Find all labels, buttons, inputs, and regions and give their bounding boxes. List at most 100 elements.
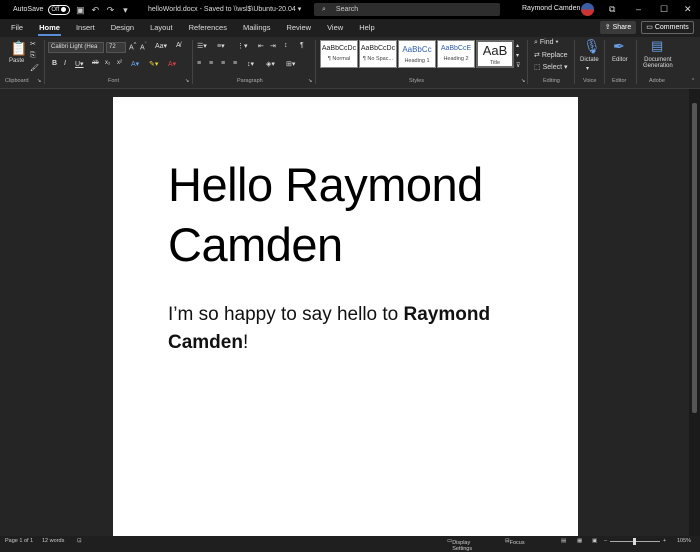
document-title[interactable]: helloWorld.docx - Saved to \\wsl$\Ubuntu… bbox=[148, 5, 301, 13]
clear-format-icon[interactable]: A̸ bbox=[176, 42, 181, 49]
paragraph-launcher-icon[interactable]: ↘ bbox=[308, 78, 312, 84]
tab-help[interactable]: Help bbox=[351, 19, 382, 37]
print-layout-icon[interactable]: ▦ bbox=[577, 538, 582, 544]
dictate-button[interactable]: Dictate bbox=[580, 57, 599, 63]
styles-scroll-up-icon[interactable]: ▴ bbox=[516, 42, 519, 49]
clipboard-launcher-icon[interactable]: ↘ bbox=[37, 78, 41, 84]
borders-icon[interactable]: ⊞▾ bbox=[286, 60, 295, 68]
maximize-icon[interactable]: ☐ bbox=[660, 4, 668, 15]
autosave-toggle[interactable]: Off bbox=[48, 4, 71, 15]
bullets-icon[interactable]: ☰▾ bbox=[197, 42, 207, 50]
decrease-indent-icon[interactable]: ⇤ bbox=[258, 42, 264, 50]
style-heading-1[interactable]: AaBbCc Heading 1 bbox=[398, 40, 436, 68]
replace-button[interactable]: ⇄ Replace bbox=[534, 51, 568, 59]
document-generation-icon[interactable]: ▤ bbox=[651, 38, 663, 54]
accessibility-icon[interactable]: ⊡ bbox=[77, 538, 82, 544]
numbering-icon[interactable]: ≡▾ bbox=[217, 42, 225, 50]
change-case-icon[interactable]: Aa▾ bbox=[155, 42, 167, 50]
zoom-level[interactable]: 105% bbox=[677, 538, 691, 544]
save-icon[interactable]: ▣ bbox=[75, 5, 85, 15]
tab-mailings[interactable]: Mailings bbox=[235, 19, 279, 37]
align-right-icon[interactable]: ≡ bbox=[221, 60, 225, 67]
tab-file[interactable]: File bbox=[3, 19, 31, 37]
undo-icon[interactable]: ↶ bbox=[90, 5, 100, 15]
font-launcher-icon[interactable]: ↘ bbox=[185, 78, 189, 84]
bold-icon[interactable]: B bbox=[52, 60, 57, 67]
zoom-slider-thumb[interactable] bbox=[633, 538, 636, 545]
paste-icon[interactable]: 📋 bbox=[10, 40, 27, 57]
divider bbox=[574, 40, 575, 84]
font-color-icon[interactable]: A▾ bbox=[168, 60, 176, 68]
subscript-icon[interactable]: x₂ bbox=[105, 60, 110, 66]
tab-references[interactable]: References bbox=[181, 19, 235, 37]
document-paragraph[interactable]: I’m so happy to say hello to Raymond Camd… bbox=[168, 301, 548, 357]
styles-scroll-down-icon[interactable]: ▾ bbox=[516, 52, 519, 59]
font-size-select[interactable]: 72 bbox=[106, 42, 126, 53]
user-name[interactable]: Raymond Camden bbox=[522, 5, 580, 12]
close-icon[interactable]: ✕ bbox=[684, 4, 692, 15]
tab-review[interactable]: Review bbox=[278, 19, 319, 37]
focus-button[interactable]: ⊟ Focus bbox=[505, 538, 525, 546]
format-painter-icon[interactable]: 🖌 bbox=[30, 64, 39, 72]
zoom-out-icon[interactable]: – bbox=[604, 538, 607, 544]
vertical-scrollbar[interactable] bbox=[689, 89, 700, 536]
italic-icon[interactable]: I bbox=[64, 60, 66, 67]
select-button[interactable]: ⬚ Select ▾ bbox=[534, 63, 568, 71]
avatar[interactable] bbox=[581, 3, 594, 16]
microphone-icon[interactable]: 🎙 bbox=[583, 38, 601, 55]
style-no-spacing[interactable]: AaBbCcDc ¶ No Spac... bbox=[359, 40, 397, 68]
collapse-ribbon-icon[interactable]: ⌃ bbox=[691, 78, 695, 84]
web-layout-icon[interactable]: ▣ bbox=[592, 538, 597, 544]
text-effects-icon[interactable]: A▾ bbox=[131, 60, 139, 68]
document-page[interactable]: Hello Raymond Camden I’m so happy to say… bbox=[113, 97, 578, 536]
comments-button[interactable]: ▭ Comments bbox=[641, 21, 694, 34]
highlight-icon[interactable]: ✎▾ bbox=[149, 60, 158, 68]
editor-button[interactable]: Editor bbox=[612, 57, 628, 63]
shrink-font-icon[interactable]: Aˇ bbox=[140, 42, 147, 51]
style-title[interactable]: AaB Title bbox=[476, 40, 514, 68]
styles-more-icon[interactable]: ⊽ bbox=[516, 62, 520, 69]
paste-button[interactable]: Paste bbox=[9, 58, 24, 64]
editor-icon[interactable]: ✒ bbox=[613, 38, 625, 55]
line-spacing-icon[interactable]: ↕▾ bbox=[247, 60, 254, 68]
cut-icon[interactable]: ✂ bbox=[30, 40, 36, 48]
customize-icon[interactable]: ▾ bbox=[120, 5, 130, 15]
zoom-in-icon[interactable]: + bbox=[663, 538, 666, 544]
dictate-dropdown-icon[interactable]: ▾ bbox=[586, 65, 589, 72]
superscript-icon[interactable]: x² bbox=[117, 60, 122, 66]
underline-icon[interactable]: U▾ bbox=[75, 60, 84, 68]
ribbon-display-icon[interactable]: ⧉ bbox=[609, 4, 615, 15]
tab-insert[interactable]: Insert bbox=[68, 19, 103, 37]
align-left-icon[interactable]: ≡ bbox=[197, 60, 201, 67]
document-generation-button[interactable]: Document Generation bbox=[643, 57, 673, 69]
pilcrow-icon[interactable]: ¶ bbox=[300, 42, 304, 49]
styles-launcher-icon[interactable]: ↘ bbox=[521, 78, 525, 84]
tab-layout[interactable]: Layout bbox=[142, 19, 181, 37]
page-count[interactable]: Page 1 of 1 bbox=[5, 538, 33, 544]
align-center-icon[interactable]: ≡ bbox=[209, 60, 213, 67]
sort-icon[interactable]: ↕ bbox=[284, 42, 288, 49]
tab-view[interactable]: View bbox=[319, 19, 351, 37]
find-button[interactable]: ⌕ Find ▾ bbox=[534, 39, 558, 47]
share-button[interactable]: ⇪ Share bbox=[600, 21, 636, 34]
strikethrough-icon[interactable]: ab bbox=[92, 60, 99, 66]
display-settings-button[interactable]: ▭ Display Settings bbox=[447, 538, 472, 552]
multilevel-list-icon[interactable]: ⋮▾ bbox=[237, 42, 248, 50]
grow-font-icon[interactable]: A^ bbox=[129, 42, 136, 51]
style-normal[interactable]: AaBbCcDc ¶ Normal bbox=[320, 40, 358, 68]
word-count[interactable]: 12 words bbox=[42, 538, 64, 544]
shading-icon[interactable]: ◈▾ bbox=[266, 60, 275, 68]
increase-indent-icon[interactable]: ⇥ bbox=[270, 42, 276, 50]
copy-icon[interactable]: ⎘ bbox=[30, 52, 36, 60]
minimize-icon[interactable]: – bbox=[636, 4, 641, 14]
tab-home[interactable]: Home bbox=[31, 19, 68, 37]
font-name-select[interactable]: Calibri Light (Hea bbox=[48, 42, 104, 53]
style-heading-2[interactable]: AaBbCcE Heading 2 bbox=[437, 40, 475, 68]
document-title-heading[interactable]: Hello Raymond Camden bbox=[168, 155, 548, 275]
justify-icon[interactable]: ≡ bbox=[233, 60, 237, 67]
search-input[interactable]: ⌕ Search bbox=[314, 3, 500, 16]
tab-design[interactable]: Design bbox=[103, 19, 142, 37]
read-mode-icon[interactable]: ▤ bbox=[561, 538, 566, 544]
scrollbar-thumb[interactable] bbox=[692, 103, 697, 413]
redo-icon[interactable]: ↷ bbox=[105, 5, 115, 15]
